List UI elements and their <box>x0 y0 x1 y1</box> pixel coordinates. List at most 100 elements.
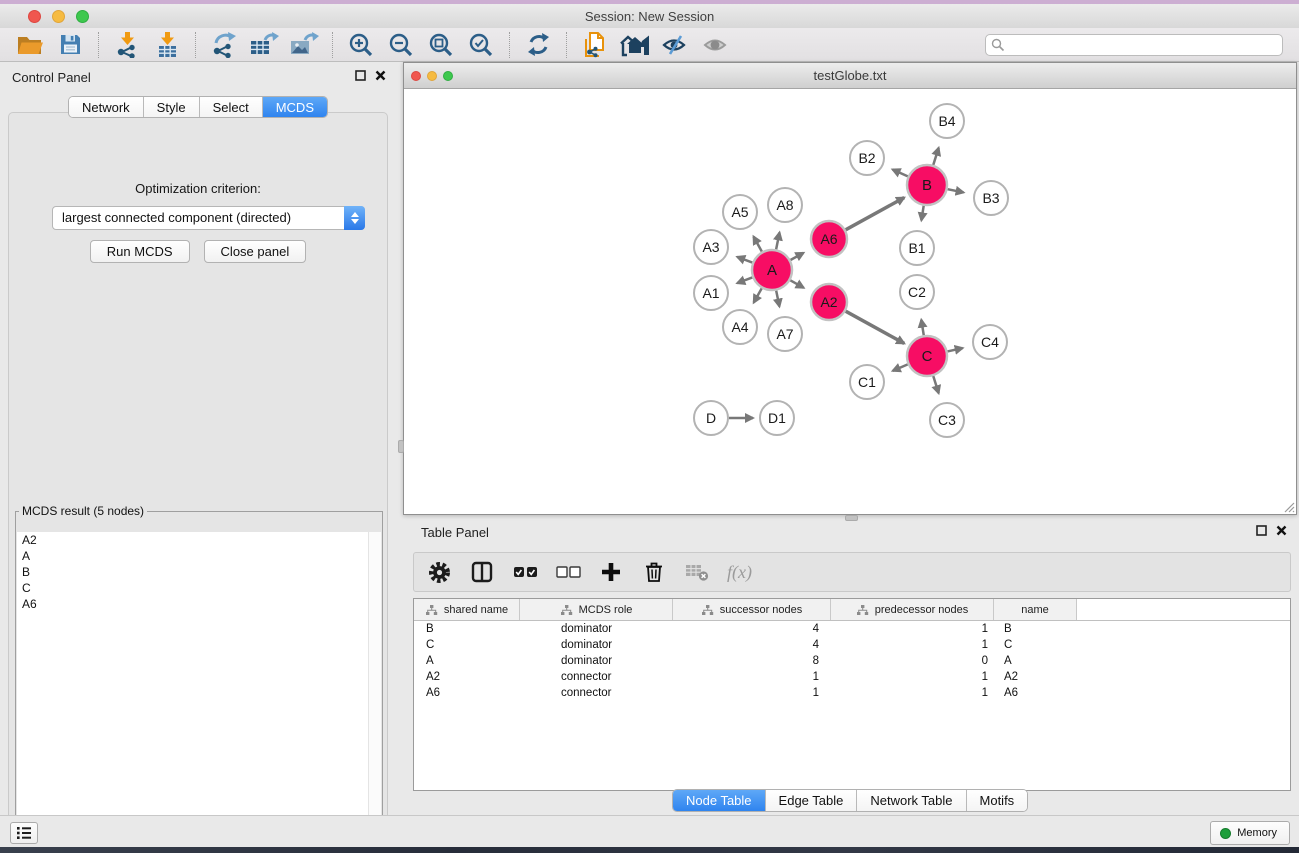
mcds-result-list[interactable]: A2ABCA6 <box>17 532 381 848</box>
table-row[interactable]: A2connector11A2 <box>414 669 1290 685</box>
zoom-window-button[interactable] <box>76 10 89 23</box>
optimization-criterion-select[interactable]: largest connected component (directed) <box>52 206 365 230</box>
edge-A2-C <box>846 311 905 343</box>
graph-node-label: A7 <box>776 326 793 342</box>
graph-node-label: D1 <box>768 410 786 426</box>
select-all-icon <box>513 565 538 579</box>
window-resize-grip[interactable] <box>1282 500 1295 513</box>
fx-icon: f(x) <box>727 562 752 583</box>
select-all-columns-button[interactable] <box>512 559 538 585</box>
close-window-button[interactable] <box>28 10 41 23</box>
export-table-button[interactable] <box>247 30 281 60</box>
tab-edge-table[interactable]: Edge Table <box>766 790 858 811</box>
deselect-all-columns-button[interactable] <box>555 559 581 585</box>
clone-network-button[interactable] <box>578 30 612 60</box>
tab-motifs[interactable]: Motifs <box>967 790 1028 811</box>
column-header-successor-nodes[interactable]: successor nodes <box>673 599 831 620</box>
delete-table-button[interactable] <box>684 559 710 585</box>
table-row[interactable]: Bdominator41B <box>414 621 1290 637</box>
zoom-fit-button[interactable] <box>424 30 458 60</box>
refresh-button[interactable] <box>521 30 555 60</box>
open-session-button[interactable] <box>13 30 47 60</box>
import-table-icon <box>154 31 180 58</box>
export-network-button[interactable] <box>207 30 241 60</box>
search-input[interactable] <box>985 34 1283 56</box>
network-canvas[interactable]: AA1A2A3A4A5A6A7A8BB1B2B3B4CC1C2C3C4DD1 <box>404 89 1296 514</box>
control-panel-tabs: NetworkStyleSelectMCDS <box>68 96 328 118</box>
zoom-out-icon <box>388 32 414 58</box>
graph-node-label: B4 <box>938 113 955 129</box>
column-header-name[interactable]: name <box>994 599 1077 620</box>
hide-panels-button[interactable] <box>658 30 692 60</box>
save-session-button[interactable] <box>53 30 87 60</box>
attribute-tree-icon <box>701 604 714 616</box>
network-window-titlebar[interactable]: testGlobe.txt <box>404 63 1296 89</box>
column-label: shared name <box>444 604 508 616</box>
zoom-fit-icon <box>428 32 454 58</box>
show-graphics-button[interactable] <box>698 30 732 60</box>
minimize-window-button[interactable] <box>52 10 65 23</box>
tab-network-table[interactable]: Network Table <box>857 790 966 811</box>
result-item[interactable]: A6 <box>17 596 381 612</box>
home-button[interactable] <box>618 30 652 60</box>
task-list-icon <box>16 826 32 840</box>
import-table-button[interactable] <box>150 30 184 60</box>
tab-select[interactable]: Select <box>200 97 263 117</box>
network-zoom-button[interactable] <box>443 71 453 81</box>
result-scrollbar[interactable] <box>368 532 381 848</box>
float-panel-icon[interactable] <box>355 70 366 81</box>
show-column-panel-button[interactable] <box>469 559 495 585</box>
table-cell: A6 <box>994 687 1077 699</box>
create-column-button[interactable] <box>598 559 624 585</box>
table-cell: A <box>414 655 520 667</box>
result-item[interactable]: B <box>17 564 381 580</box>
run-mcds-button[interactable]: Run MCDS <box>90 240 190 263</box>
tab-mcds[interactable]: MCDS <box>263 97 327 117</box>
table-row[interactable]: Adominator80A <box>414 653 1290 669</box>
graph-node-label: C2 <box>908 284 926 300</box>
edge-A-A4 <box>754 288 762 302</box>
column-header-mcds-role[interactable]: MCDS role <box>520 599 673 620</box>
task-history-button[interactable] <box>10 822 38 844</box>
vertical-splitter-handle[interactable] <box>398 440 404 453</box>
export-image-button[interactable] <box>287 30 321 60</box>
zoom-in-button[interactable] <box>344 30 378 60</box>
close-panel-icon[interactable] <box>1276 525 1287 536</box>
network-minimize-button[interactable] <box>427 71 437 81</box>
memory-button[interactable]: Memory <box>1210 821 1290 845</box>
edge-A6-B <box>846 198 905 230</box>
zoom-selected-button[interactable] <box>464 30 498 60</box>
graph-node-label: C3 <box>938 412 956 428</box>
table-row[interactable]: Cdominator41C <box>414 637 1290 653</box>
float-panel-icon[interactable] <box>1256 525 1267 536</box>
result-item[interactable]: A2 <box>17 532 381 548</box>
import-network-button[interactable] <box>110 30 144 60</box>
column-header-predecessor-nodes[interactable]: predecessor nodes <box>831 599 994 620</box>
export-image-icon <box>289 31 319 58</box>
graph-node-label: A5 <box>731 204 748 220</box>
network-view-window: testGlobe.txt AA1A2A3A4A5A6A7A8BB1B2B3B4… <box>403 62 1297 515</box>
column-label: name <box>1021 604 1049 616</box>
zoom-out-button[interactable] <box>384 30 418 60</box>
network-close-button[interactable] <box>411 71 421 81</box>
column-label: MCDS role <box>579 604 633 616</box>
table-cell: 1 <box>831 623 994 635</box>
result-item[interactable]: C <box>17 580 381 596</box>
function-builder-button[interactable]: f(x) <box>727 559 752 585</box>
tab-network[interactable]: Network <box>69 97 144 117</box>
node-table[interactable]: shared name MCDS role successor nodesprede… <box>413 598 1291 791</box>
table-settings-button[interactable] <box>426 559 452 585</box>
delete-column-button[interactable] <box>641 559 667 585</box>
tab-node-table[interactable]: Node Table <box>673 790 766 811</box>
column-header-shared-name[interactable]: shared name <box>414 599 520 620</box>
table-cell: A <box>994 655 1077 667</box>
tab-style[interactable]: Style <box>144 97 200 117</box>
table-row[interactable]: A6connector11A6 <box>414 685 1290 701</box>
close-panel-button[interactable]: Close panel <box>204 240 307 263</box>
graph-node-label: C <box>922 348 933 365</box>
memory-status-icon <box>1220 828 1231 839</box>
close-panel-icon[interactable] <box>375 70 386 81</box>
graph-node-label: B3 <box>982 190 999 206</box>
table-cell: connector <box>520 671 673 683</box>
result-item[interactable]: A <box>17 548 381 564</box>
